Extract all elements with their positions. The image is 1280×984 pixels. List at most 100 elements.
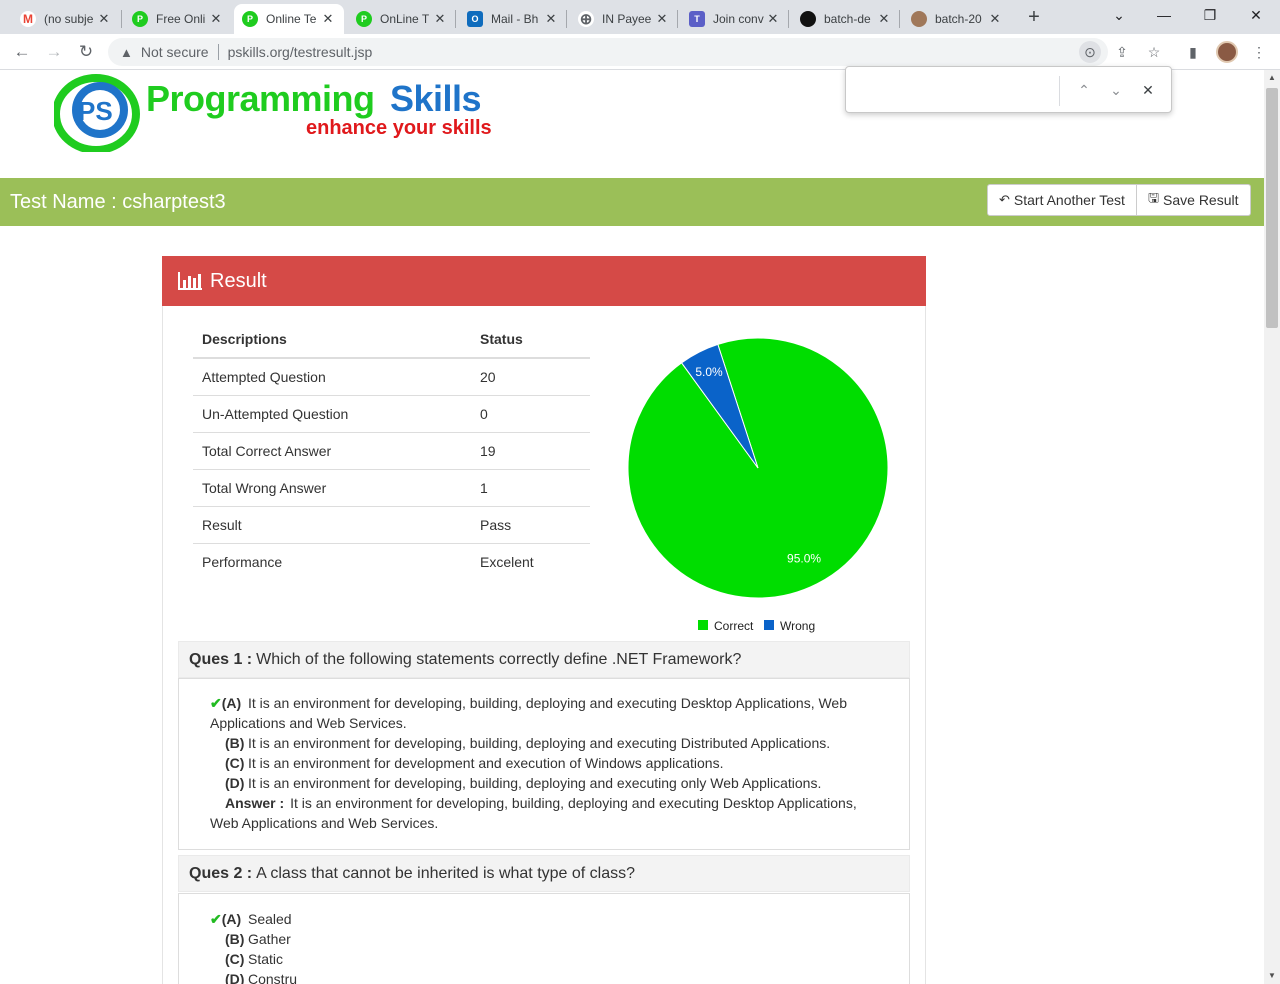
scroll-up-arrow-icon[interactable]: ▲	[1264, 70, 1280, 86]
row-status: 0	[471, 395, 590, 433]
close-icon[interactable]: ✕	[765, 11, 781, 27]
option-text: Sealed	[248, 911, 292, 927]
close-icon[interactable]: ✕	[96, 11, 112, 27]
test-actions: ↶ Start Another Test 🖫 Save Result	[987, 184, 1251, 216]
save-result-label: Save Result	[1163, 192, 1239, 208]
checkmark-icon: ✔	[210, 911, 222, 927]
brand-name-skills: Skills	[390, 78, 482, 119]
browser-toolbar: ← → ↻ ▲ Not secure pskills.org/testresul…	[0, 34, 1280, 70]
row-description: Result	[193, 506, 471, 544]
test-name: Test Name : csharptest3	[10, 191, 226, 213]
checkmark-icon: ✔	[210, 695, 222, 711]
url-text[interactable]: pskills.org/testresult.jsp	[228, 44, 373, 60]
tab-label: OnLine T	[380, 12, 430, 26]
back-button[interactable]: ←	[10, 41, 34, 63]
find-next-button[interactable]: ⌄	[1105, 79, 1127, 101]
option-text: It is an environment for developing, bui…	[248, 735, 831, 751]
github-icon	[800, 11, 816, 27]
tab-mail[interactable]: O Mail - Bh ✕	[459, 4, 567, 34]
tab-label: (no subje	[44, 12, 94, 26]
close-icon[interactable]: ✕	[432, 11, 448, 27]
option-a: ✔(A) Sealed	[210, 909, 863, 929]
tab-free-online[interactable]: P Free Onli ✕	[124, 4, 232, 34]
test-header-bar: Test Name : csharptest3 ↶ Start Another …	[0, 178, 1264, 226]
tab-online-test-2[interactable]: P OnLine T ✕	[348, 4, 456, 34]
minimize-button[interactable]: —	[1141, 4, 1187, 28]
start-another-test-button[interactable]: ↶ Start Another Test	[987, 184, 1137, 216]
tab-divider	[566, 10, 567, 28]
ps-favicon-icon: P	[356, 11, 372, 27]
menu-icon[interactable]: ⋮	[1248, 41, 1270, 63]
table-row: Un-Attempted Question 0	[193, 395, 590, 433]
warning-icon[interactable]: ▲	[120, 45, 133, 60]
tab-label: Mail - Bh	[491, 12, 539, 26]
scroll-thumb[interactable]	[1266, 88, 1278, 328]
security-label[interactable]: Not secure	[141, 44, 209, 60]
option-c: (C) Static	[210, 949, 863, 969]
close-icon[interactable]: ✕	[543, 11, 559, 27]
share-icon[interactable]: ⇪	[1111, 41, 1133, 63]
find-in-page-bar: ⌃ ⌄ ✕	[845, 66, 1172, 113]
find-close-button[interactable]: ✕	[1137, 79, 1159, 101]
option-b: (B) Gather	[210, 929, 863, 949]
close-icon[interactable]: ✕	[208, 11, 224, 27]
result-summary-table: Descriptions Status Attempted Question 2…	[193, 321, 590, 580]
logo-letters: PS	[78, 96, 113, 126]
table-row: Attempted Question 20	[193, 358, 590, 396]
tab-github[interactable]: batch-de ✕	[792, 4, 900, 34]
legend-label[interactable]: Correct	[714, 619, 754, 633]
profile-avatar[interactable]	[1216, 41, 1238, 63]
tab-teams[interactable]: T Join conv ✕	[681, 4, 789, 34]
find-input[interactable]	[856, 77, 1056, 103]
column-header-descriptions: Descriptions	[193, 321, 471, 359]
tab-divider	[788, 10, 789, 28]
save-result-button[interactable]: 🖫 Save Result	[1136, 184, 1251, 216]
question-text: A class that cannot be inherited is what…	[256, 864, 636, 882]
reload-button[interactable]: ↻	[74, 41, 98, 63]
bookmark-star-icon[interactable]: ☆	[1143, 41, 1165, 63]
ps-logo-icon: PS	[54, 74, 140, 152]
result-panel-title: Result	[210, 269, 267, 292]
row-description: Total Wrong Answer	[193, 469, 471, 507]
scroll-down-arrow-icon[interactable]: ▼	[1264, 968, 1280, 984]
find-previous-button[interactable]: ⌃	[1073, 79, 1095, 101]
answer-line: Answer : It is an environment for develop…	[210, 793, 863, 833]
question-text: Which of the following statements correc…	[256, 650, 742, 668]
brand-name-programming: Programming	[146, 78, 375, 119]
option-letter: (D)	[225, 775, 245, 791]
option-a: ✔(A) It is an environment for developing,…	[210, 693, 863, 733]
option-letter: (C)	[225, 951, 245, 967]
option-d: (D) It is an environment for developing, …	[210, 773, 863, 793]
side-panel-icon[interactable]: ▮	[1182, 41, 1204, 63]
tab-online-test[interactable]: P Online Te ✕	[234, 4, 344, 34]
new-tab-button[interactable]: +	[1022, 6, 1046, 30]
address-bar[interactable]: ▲ Not secure pskills.org/testresult.jsp	[108, 38, 1108, 66]
legend-label[interactable]: Wrong	[780, 619, 815, 633]
close-icon[interactable]: ✕	[987, 11, 1003, 27]
find-in-page-icon[interactable]: ⊙	[1079, 41, 1101, 63]
tab-batch[interactable]: batch-20 ✕	[903, 4, 1011, 34]
tab-divider	[121, 10, 122, 28]
table-row: Performance Excelent	[193, 543, 590, 580]
row-status: Excelent	[480, 553, 534, 570]
tab-divider	[455, 10, 456, 28]
tab-label: Join conv	[713, 12, 764, 26]
page-scrollbar[interactable]: ▲ ▼	[1264, 70, 1280, 984]
tab-search-button[interactable]: ⌄	[1096, 4, 1142, 28]
close-icon[interactable]: ✕	[320, 11, 336, 27]
option-text: Gather	[248, 931, 291, 947]
question-number: Ques 1 :	[189, 650, 253, 668]
table-row: Total Correct Answer 19	[193, 432, 590, 470]
omnibox-divider	[217, 44, 219, 60]
answer-label: Answer :	[225, 795, 285, 811]
restore-button[interactable]: ❐	[1187, 4, 1233, 28]
avatar-icon	[911, 11, 927, 27]
close-icon[interactable]: ✕	[654, 11, 670, 27]
option-text: It is an environment for development and…	[248, 755, 724, 771]
close-icon[interactable]: ✕	[876, 11, 892, 27]
close-window-button[interactable]: ✕	[1233, 4, 1279, 28]
tab-payee[interactable]: ⊕ IN Payee ✕	[570, 4, 678, 34]
tab-label: batch-de	[824, 12, 871, 26]
forward-button[interactable]: →	[42, 41, 66, 63]
tab-gmail[interactable]: M (no subje ✕	[12, 4, 120, 34]
